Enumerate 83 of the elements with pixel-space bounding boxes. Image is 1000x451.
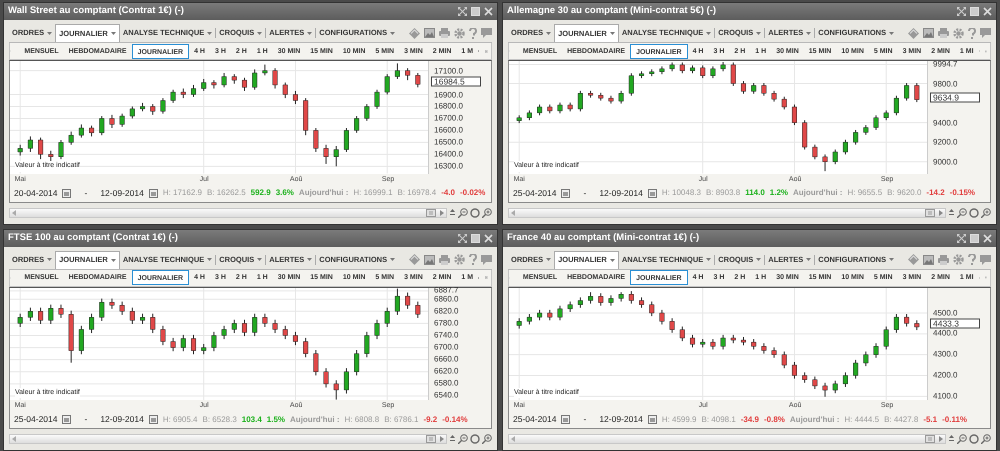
dash-text: - [583, 186, 586, 200]
axis-label: 6780.0 [434, 318, 458, 328]
change-percent: -0.15% [950, 187, 976, 199]
low-text: B: 4098.1 [702, 414, 736, 426]
window-title: FTSE 100 au comptant (Contrat 1€) (-) [8, 230, 179, 245]
today-label: Aujourd'hui : [298, 187, 348, 199]
change-text: -4.0 [441, 187, 456, 199]
date-field[interactable]: 20-04-2014 [14, 186, 58, 200]
change-text: 103.4 [242, 414, 262, 426]
window-title: France 40 au comptant (Mini-contrat 1€) (-) [507, 230, 700, 245]
date-field[interactable]: 25-04-2014 [513, 413, 556, 426]
axis-label: 4100.0 [933, 391, 958, 400]
dash-text: - [583, 413, 586, 426]
date-field[interactable]: 25-04-2014 [513, 186, 556, 200]
low-text: B: 4427.8 [884, 414, 918, 426]
date-field[interactable]: 12-09-2014 [599, 413, 643, 426]
axis-label: 6540.0 [434, 390, 458, 400]
low-text: B: 6528.3 [202, 414, 237, 426]
change-text: -14.2 [926, 187, 945, 199]
change-text: -34.9 [740, 414, 759, 426]
axis-label: 6660.0 [434, 354, 458, 364]
date-field[interactable]: 25-04-2014 [14, 413, 58, 426]
change-percent: -0.14% [442, 414, 468, 426]
change-percent: 1.2% [770, 187, 788, 199]
dash-text: - [84, 186, 88, 200]
change-percent: -0.11% [942, 414, 968, 426]
today-label: Aujourd'hui : [793, 187, 842, 199]
axis-label: 9800.0 [933, 79, 958, 88]
axis-label: 16400.0 [434, 150, 463, 159]
low-text: B: 9620.0 [887, 187, 922, 199]
low-text: B: 8903.8 [706, 187, 740, 199]
axis-label: 6860.0 [434, 294, 458, 304]
axis-label: 6820.0 [434, 306, 458, 316]
axis-label: 6700.0 [434, 342, 458, 352]
high-text: H: 6905.4 [162, 414, 198, 426]
dash-text: - [84, 413, 88, 426]
change-percent: 3.6% [276, 187, 294, 199]
price-label: 16984.5 [431, 76, 481, 87]
date-field[interactable]: 12-09-2014 [100, 186, 144, 200]
axis-label: 4300.0 [933, 350, 958, 359]
change-percent: -0.02% [460, 187, 486, 199]
axis-label: 9400.0 [933, 118, 958, 128]
high-text: H: 4444.5 [844, 414, 880, 426]
axis-label: 9994.7 [933, 60, 958, 69]
axis-label: 17100.0 [434, 66, 463, 76]
change-text: 114.0 [745, 187, 765, 199]
date-field[interactable]: 12-09-2014 [599, 186, 643, 200]
axis-label: 16700.0 [434, 114, 463, 123]
axis-label: 4400.0 [933, 328, 958, 338]
low-text: B: 16978.4 [398, 187, 436, 199]
high-text: H: 17162.9 [162, 187, 202, 199]
change-text: -5.1 [923, 414, 938, 426]
window-title: Wall Street au comptant (Contrat 1€) (-) [8, 4, 185, 18]
date-field[interactable]: 12-09-2014 [100, 413, 144, 426]
high-text: H: 6808.8 [344, 414, 380, 426]
axis-label: 16600.0 [434, 126, 463, 135]
axis-label: 9200.0 [933, 138, 958, 147]
high-text: H: 10048.3 [662, 187, 701, 199]
change-text: -9.2 [423, 414, 438, 426]
low-text: B: 16262.5 [206, 187, 246, 199]
high-text: H: 9655.5 [847, 187, 882, 199]
axis-label: 16500.0 [434, 138, 463, 147]
change-percent: 1.5% [266, 414, 286, 426]
high-text: H: 16999.1 [353, 187, 393, 199]
change-text: 592.9 [250, 187, 271, 199]
axis-label: 6740.0 [434, 330, 458, 340]
axis-label: 9000.0 [933, 157, 958, 166]
axis-label: 4500.0 [933, 308, 958, 317]
window-title: Allemagne 30 au comptant (Mini-contrat 5€) (-) [507, 4, 718, 18]
axis-label: 6580.0 [434, 378, 458, 388]
axis-label: 16900.0 [434, 90, 463, 99]
axis-label: 6887.7 [434, 286, 458, 295]
axis-label: 16800.0 [434, 102, 463, 111]
high-text: H: 4599.9 [662, 414, 697, 426]
change-percent: -0.8% [764, 414, 785, 426]
today-label: Aujourd'hui : [290, 414, 340, 426]
axis-label: 4200.0 [933, 370, 958, 380]
today-label: Aujourd'hui : [790, 414, 840, 426]
axis-label: 16300.0 [434, 162, 463, 171]
low-text: B: 6786.1 [384, 414, 418, 426]
price-label: 9634.9 [930, 92, 980, 102]
axis-label: 6620.0 [434, 366, 458, 376]
price-label: 4433.3 [930, 318, 980, 329]
